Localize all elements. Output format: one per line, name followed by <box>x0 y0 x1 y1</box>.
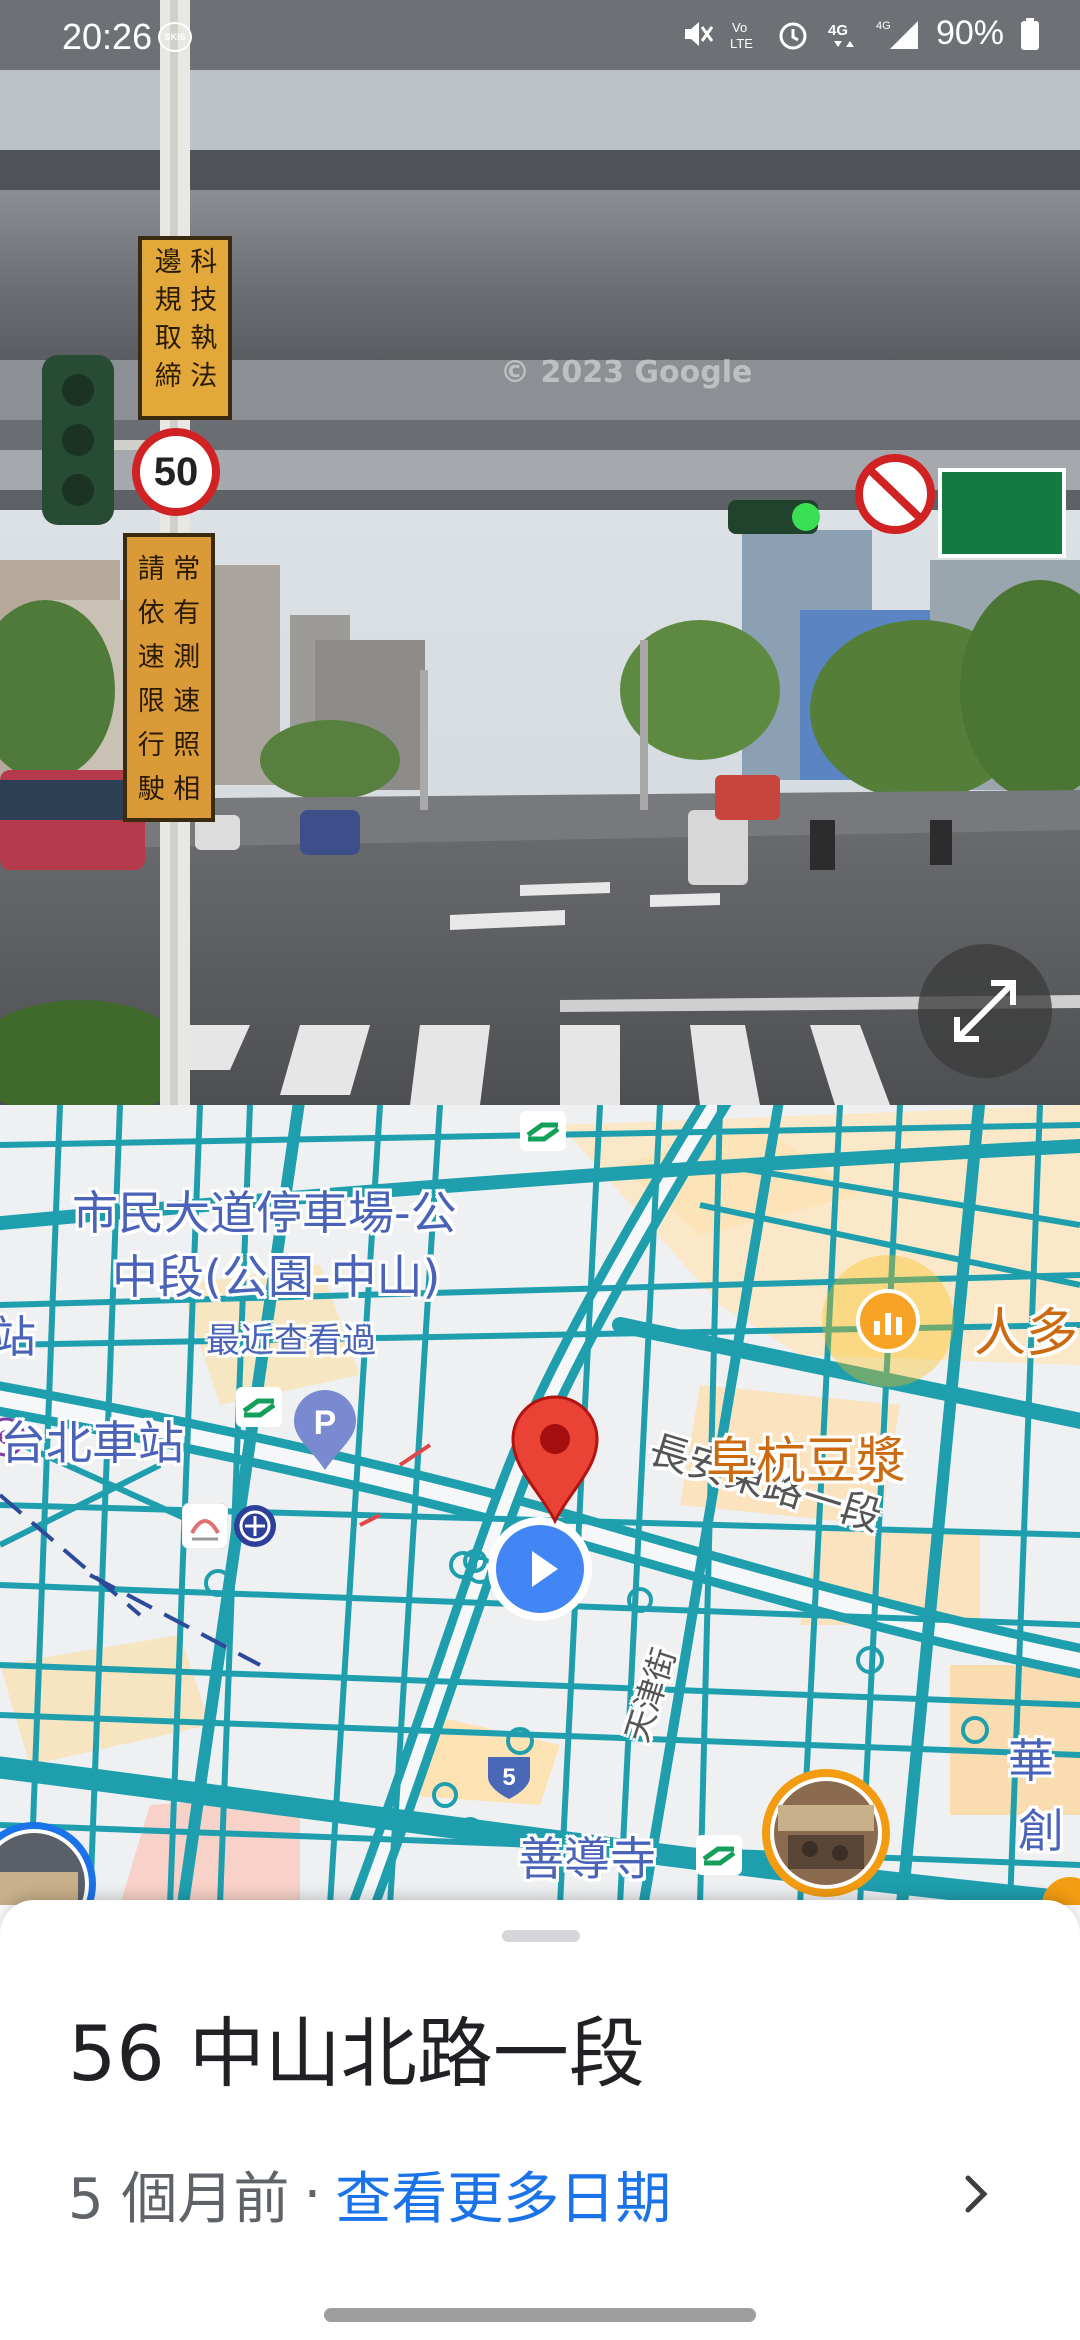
more-dates-link[interactable]: 查看更多日期 <box>335 2154 671 2235</box>
busy-area-icon[interactable] <box>856 1289 920 1353</box>
status-icons: Vo LTE 4G 4G 90% <box>680 14 1040 53</box>
transit-station-icon[interactable] <box>520 1111 566 1151</box>
expand-fullscreen-button[interactable] <box>918 944 1052 1078</box>
restaurant-photo-pin[interactable] <box>758 1765 894 1901</box>
alarm-icon <box>779 22 807 49</box>
svg-text:4G: 4G <box>876 20 891 32</box>
svg-text:P: P <box>314 1404 337 1442</box>
svg-text:LTE: LTE <box>730 36 753 51</box>
speed-notice-sign-text: 請 常依 有速 測限 速行 照駛 相 <box>137 554 201 805</box>
street-view-panorama[interactable]: 邊 科規 技取 執締 法 50 請 常依 有速 測限 速行 照駛 相 © 202… <box>0 0 1080 1105</box>
enforcement-sign-text: 邊 科規 技取 執締 法 <box>154 247 218 392</box>
busy-area-label[interactable]: 人多 <box>974 1291 1078 1366</box>
address-title: 56 中山北路一段 <box>68 2009 645 2098</box>
separator: · <box>303 2162 322 2227</box>
red-location-pin-icon[interactable] <box>510 1395 600 1525</box>
parking-pin-icon[interactable]: P <box>292 1390 358 1472</box>
mute-icon <box>684 21 714 46</box>
screen: 邊 科規 技取 執締 法 50 請 常依 有速 測限 速行 照駛 相 © 202… <box>0 0 1080 2340</box>
signal-icon: 4G <box>876 20 918 49</box>
route-shield-icon: 5 <box>488 1757 530 1799</box>
capture-date-row[interactable]: 5 個月前 · 查看更多日期 <box>68 2154 671 2235</box>
parking-name-line1[interactable]: 市民大道停車場-公 <box>72 1177 457 1243</box>
carrier-badge: SKIS <box>158 22 192 52</box>
battery-icon <box>1021 17 1039 50</box>
partial-label-hua: 華 <box>1008 1734 1054 1788</box>
google-watermark: © 2023 Google <box>500 355 753 390</box>
status-bar: 20:26 SKIS Vo LTE 4G 4G 90% <box>0 0 1080 74</box>
svg-text:4G: 4G <box>828 22 848 39</box>
map-view[interactable]: P 5 市民大道停車場-公 中段(公園-中山) 最近查看過 站 長安東路一段 天… <box>0 1105 1080 1905</box>
recently-viewed-label: 最近查看過 <box>206 1321 376 1361</box>
svg-text:Vo: Vo <box>732 20 747 35</box>
bottom-sheet[interactable]: 56 中山北路一段 5 個月前 · 查看更多日期 <box>0 1900 1080 2340</box>
home-indicator[interactable] <box>324 2308 756 2322</box>
station-label[interactable]: 台北車站 <box>0 1407 184 1473</box>
battery-percent: 90% <box>935 14 1004 52</box>
transit-station-icon[interactable] <box>696 1835 742 1875</box>
drag-handle[interactable] <box>502 1930 580 1942</box>
landmark-photo-pin[interactable] <box>0 1820 98 1905</box>
rail-icon[interactable] <box>182 1503 228 1549</box>
metro-icon[interactable] <box>232 1503 278 1549</box>
capture-date: 5 個月前 <box>68 2167 290 2232</box>
fullscreen-expand-icon <box>954 980 1016 1042</box>
parking-name-line2[interactable]: 中段(公園-中山) <box>112 1241 441 1307</box>
status-time: 20:26 <box>62 16 153 57</box>
partial-label-chuang: 創 <box>1018 1804 1064 1858</box>
route-shield-number: 5 <box>502 1764 515 1791</box>
current-location-marker[interactable] <box>484 1513 596 1625</box>
volte-icon: Vo LTE <box>730 20 753 51</box>
speed-limit-sign: 50 <box>153 450 199 494</box>
chevron-right-icon[interactable] <box>958 2164 998 2224</box>
temple-label[interactable]: 善導寺 <box>518 1823 656 1889</box>
transit-station-icon[interactable] <box>236 1387 282 1427</box>
restaurant-label[interactable]: 阜杭豆漿 <box>706 1421 906 1493</box>
partial-station-label: 站 <box>0 1312 36 1363</box>
4g-data-icon: 4G <box>828 22 854 47</box>
